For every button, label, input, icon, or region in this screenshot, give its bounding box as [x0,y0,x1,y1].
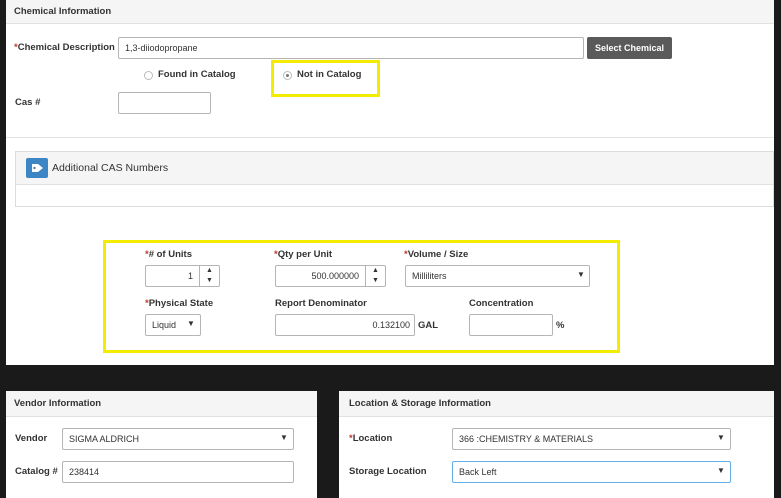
chemical-description-label: *Chemical Description [14,42,115,53]
qty-stepper[interactable]: ▲ ▼ [365,266,385,286]
vendor-label: Vendor [15,433,48,444]
chemical-information-header: Chemical Information [6,0,774,24]
not-in-catalog-highlight [271,60,380,97]
found-in-catalog-radio[interactable] [144,71,153,80]
report-denominator-value: 0.132100 [372,320,410,330]
report-denominator-label: Report Denominator [275,298,367,309]
stepper-up-icon[interactable]: ▲ [366,266,385,276]
stepper-down-icon[interactable]: ▼ [200,276,219,286]
concentration-input[interactable] [469,314,553,336]
select-chemical-button[interactable]: Select Chemical [587,37,672,59]
storage-location-value: Back Left [459,467,497,477]
additional-cas-title: Additional CAS Numbers [52,162,169,174]
concentration-unit: % [556,320,565,331]
qty-per-unit-label: *Qty per Unit [274,249,333,260]
cas-input[interactable] [118,92,211,114]
cas-label: Cas # [15,97,41,108]
chevron-down-icon: ▼ [280,433,288,442]
catalog-number-label: Catalog # [15,466,58,477]
vendor-information-title: Vendor Information [14,398,102,409]
volume-size-select[interactable]: Milliliters [405,265,590,287]
stepper-up-icon[interactable]: ▲ [200,266,219,276]
chemical-information-panel: Chemical Information *Chemical Descripti… [6,0,774,365]
volume-size-value: Milliliters [412,271,447,281]
report-denominator-input[interactable]: 0.132100 [275,314,415,336]
location-storage-panel: Location & Storage Information *Location… [339,391,774,498]
found-in-catalog-label: Found in Catalog [158,69,236,80]
tag-glyph [32,164,43,172]
units-stepper[interactable]: ▲ ▼ [199,266,219,286]
storage-location-select[interactable]: Back Left [452,461,731,483]
qty-per-unit-value: 500.000000 [311,271,359,281]
location-label: *Location [349,433,393,444]
vendor-value: SIGMA ALDRICH [69,434,140,444]
additional-cas-header[interactable]: Additional CAS Numbers [16,152,773,185]
chevron-down-icon: ▼ [717,466,725,475]
stepper-down-icon[interactable]: ▼ [366,276,385,286]
additional-cas-panel: Additional CAS Numbers [15,151,774,207]
chevron-down-icon: ▼ [717,433,725,442]
location-select[interactable]: 366 :CHEMISTRY & MATERIALS [452,428,731,450]
location-storage-header: Location & Storage Information [339,391,774,417]
units-label: *# of Units [145,249,192,260]
chemical-description-input[interactable]: 1,3-diiodopropane [118,37,584,59]
chemical-information-title: Chemical Information [14,6,112,17]
storage-location-label: Storage Location [349,466,427,477]
location-storage-title: Location & Storage Information [349,398,491,409]
volume-size-label: *Volume / Size [404,249,469,260]
physical-state-label: *Physical State [145,298,214,309]
physical-state-value: Liquid [152,320,177,330]
chevron-down-icon: ▼ [187,319,195,328]
concentration-label: Concentration [469,298,534,309]
vendor-information-header: Vendor Information [6,391,317,417]
vendor-select[interactable]: SIGMA ALDRICH [62,428,294,450]
vendor-information-panel: Vendor Information Vendor SIGMA ALDRICH … [6,391,317,498]
section-divider [6,137,774,138]
denominator-unit: GAL [418,320,439,331]
units-value: 1 [187,271,193,281]
tag-icon [26,158,48,178]
chevron-down-icon: ▼ [577,270,585,279]
location-value: 366 :CHEMISTRY & MATERIALS [459,434,594,444]
catalog-number-input[interactable]: 238414 [62,461,294,483]
